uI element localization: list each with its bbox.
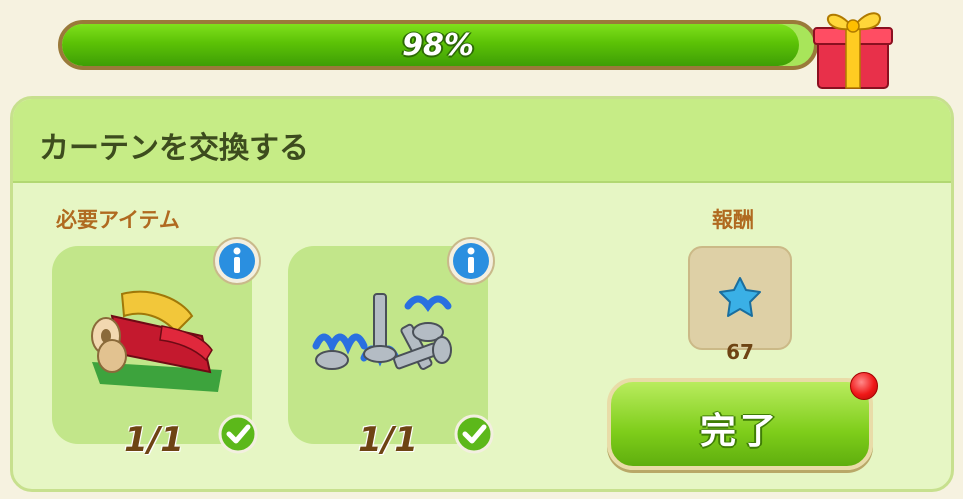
item-info-button[interactable] <box>212 236 262 286</box>
info-icon <box>213 237 261 285</box>
task-title: カーテンを交換する <box>39 131 309 166</box>
fabric-rolls-icon <box>91 290 222 392</box>
reward-card <box>688 246 792 350</box>
gift-box-icon[interactable] <box>808 0 898 92</box>
reward-count: 67 <box>726 340 754 364</box>
item-count: 1/1 <box>124 420 184 460</box>
complete-button[interactable]: 完了 <box>607 378 873 470</box>
item-info-button[interactable] <box>446 236 496 286</box>
item-count: 1/1 <box>358 420 418 460</box>
info-icon <box>447 237 495 285</box>
task-header: カーテンを交換する <box>13 99 951 183</box>
progress-label: 98% <box>402 28 474 63</box>
progress-bar: 98% <box>58 20 818 70</box>
bolts-and-springs-icon <box>312 293 452 370</box>
reward-label: 報酬 <box>712 208 754 232</box>
blue-star-icon <box>719 277 761 317</box>
required-items-label: 必要アイテム <box>56 208 180 232</box>
checkmark-icon <box>454 414 494 454</box>
complete-button-label: 完了 <box>699 411 780 452</box>
notification-dot <box>850 372 878 400</box>
checkmark-icon <box>218 414 258 454</box>
